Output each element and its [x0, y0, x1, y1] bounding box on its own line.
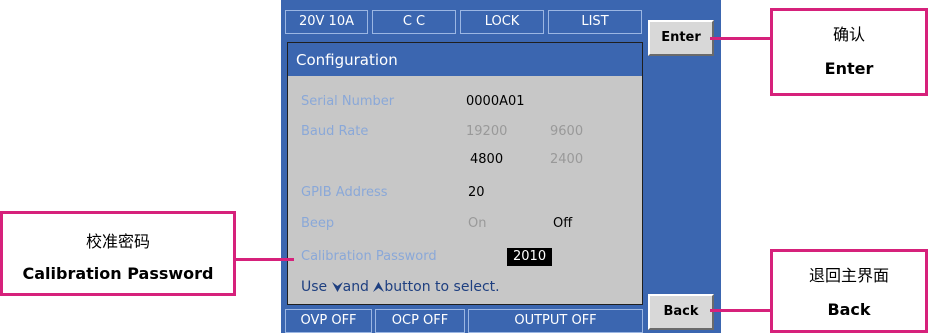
calibration-password-field[interactable]: 2010: [507, 248, 553, 266]
calibration-password-label: Calibration Password: [301, 249, 437, 264]
output-status: OUTPUT OFF: [468, 309, 643, 333]
baud-option-2400[interactable]: 2400: [550, 152, 583, 167]
beep-label: Beep: [301, 216, 335, 231]
hint-rest-text: button to select.: [384, 279, 500, 295]
configuration-panel: [287, 42, 643, 305]
hint-and-text: and: [342, 279, 369, 295]
ovp-status: OVP OFF: [285, 309, 372, 333]
serial-number-value: 0000A01: [466, 94, 525, 109]
beep-off-option[interactable]: Off: [553, 216, 572, 231]
status-mode: C C: [372, 10, 456, 34]
baud-option-4800[interactable]: 4800: [470, 152, 503, 167]
enter-callout-line: [710, 37, 772, 40]
panel-title: Configuration: [287, 42, 643, 76]
calibration-callout: 校准密码 Calibration Password: [0, 211, 236, 296]
enter-callout-en: Enter: [824, 59, 874, 78]
calibration-callout-en: Calibration Password: [22, 264, 214, 283]
calibration-callout-line: [234, 258, 294, 261]
calibration-callout-zh: 校准密码: [85, 232, 150, 251]
baud-option-19200[interactable]: 19200: [466, 124, 507, 139]
hint-use-text: Use: [301, 279, 328, 295]
enter-softkey[interactable]: Enter: [648, 20, 714, 56]
back-callout-en: Back: [827, 300, 871, 319]
baud-rate-label: Baud Rate: [301, 124, 369, 139]
baud-option-9600[interactable]: 9600: [550, 124, 583, 139]
enter-callout-zh: 确认: [832, 25, 865, 44]
back-softkey[interactable]: Back: [648, 294, 714, 330]
enter-callout: 确认 Enter: [770, 8, 928, 96]
status-lock: LOCK: [460, 10, 544, 34]
back-callout-line: [710, 309, 772, 312]
ocp-status: OCP OFF: [375, 309, 465, 333]
status-range: 20V 10A: [285, 10, 368, 34]
gpib-address-label: GPIB Address: [301, 185, 388, 200]
down-arrow-icon: [331, 282, 343, 292]
gpib-address-value[interactable]: 20: [468, 185, 485, 200]
beep-on-option[interactable]: On: [468, 216, 486, 231]
up-arrow-icon: [373, 282, 385, 292]
selection-hint: Use and button to select.: [301, 279, 500, 295]
back-callout: 退回主界面 Back: [770, 249, 928, 333]
serial-number-label: Serial Number: [301, 94, 395, 109]
back-callout-zh: 退回主界面: [808, 266, 889, 285]
status-list: LIST: [548, 10, 642, 34]
